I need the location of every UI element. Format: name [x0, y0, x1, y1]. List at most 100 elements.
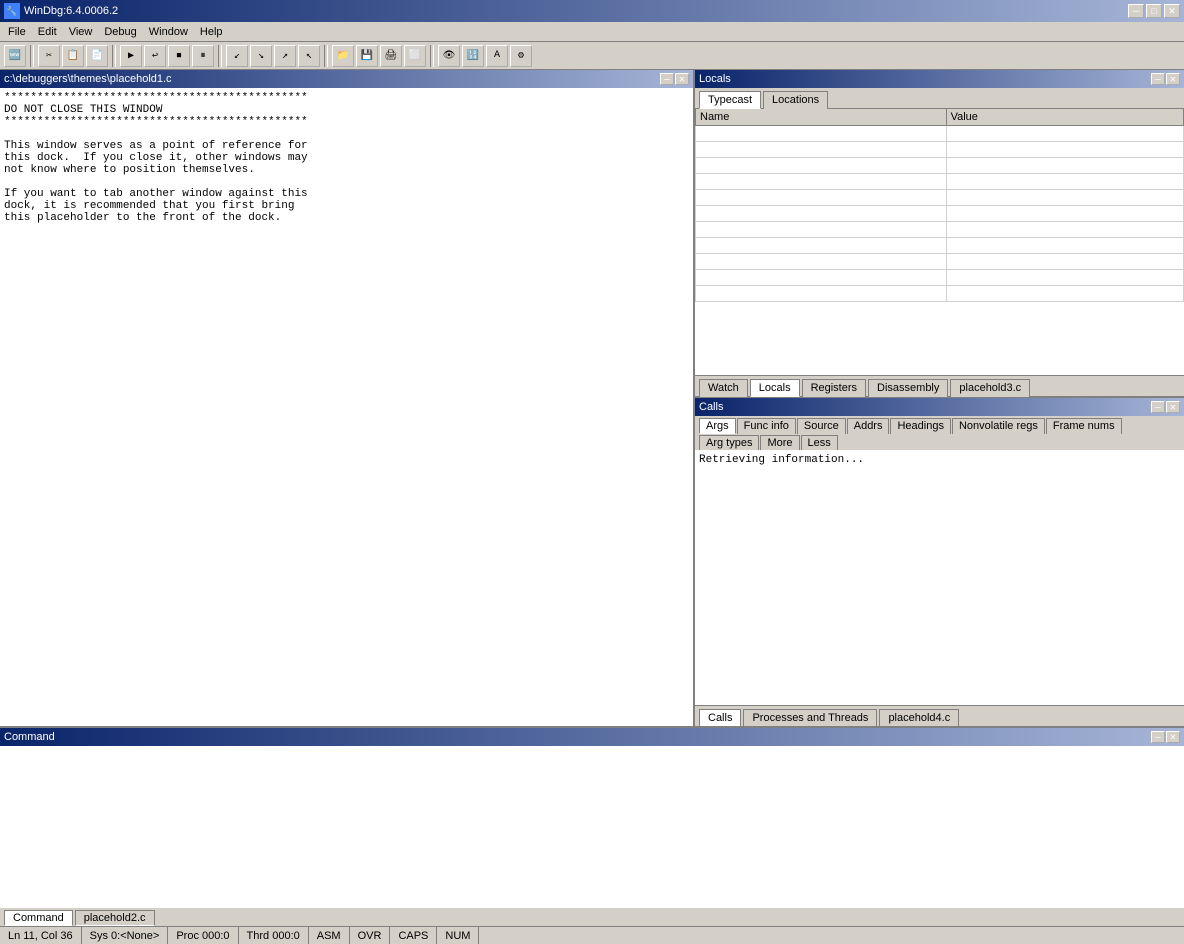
source-panel: c:\debuggers\themes\placehold1.c ─ ✕ ***… — [0, 70, 695, 726]
tool-runtocursor[interactable]: ↖ — [298, 45, 320, 67]
separator-4 — [324, 45, 328, 67]
table-row — [696, 126, 1184, 142]
tool-stepout[interactable]: ↗ — [274, 45, 296, 67]
locals-restore-btn[interactable]: ─ — [1151, 73, 1165, 85]
command-panel-titlebar: Command ─ ✕ — [0, 728, 1184, 746]
restore-button[interactable]: □ — [1146, 4, 1162, 18]
tab-nonvolatile[interactable]: Nonvolatile regs — [952, 418, 1045, 434]
minimize-button[interactable]: ─ — [1128, 4, 1144, 18]
tool-break[interactable]: ⏸ — [192, 45, 214, 67]
command-panel: Command ─ ✕ Command placehold2.c — [0, 726, 1184, 926]
command-content — [0, 746, 1184, 908]
command-panel-title: Command — [4, 731, 55, 743]
tab-placehold3[interactable]: placehold3.c — [950, 379, 1030, 397]
tab-addrs[interactable]: Addrs — [847, 418, 890, 434]
tab-locations[interactable]: Locations — [763, 91, 828, 109]
tab-funcinfo[interactable]: Func info — [737, 418, 796, 434]
calls-restore-btn[interactable]: ─ — [1151, 401, 1165, 413]
command-restore-btn[interactable]: ─ — [1151, 731, 1165, 743]
close-button[interactable]: ✕ — [1164, 4, 1180, 18]
tool-watch[interactable]: 👁 — [438, 45, 460, 67]
status-caps: CAPS — [390, 927, 437, 944]
locals-close-btn[interactable]: ✕ — [1166, 73, 1180, 85]
menu-debug[interactable]: Debug — [98, 24, 142, 40]
tab-framenums[interactable]: Frame nums — [1046, 418, 1122, 434]
locals-table-content: Name Value — [695, 108, 1184, 375]
tab-disassembly[interactable]: Disassembly — [868, 379, 948, 397]
calls-bottom-tabs: Calls Processes and Threads placehold4.c — [695, 705, 1184, 726]
tab-placehold4[interactable]: placehold4.c — [879, 709, 959, 726]
separator-1 — [30, 45, 34, 67]
tab-headings[interactable]: Headings — [890, 418, 950, 434]
tool-stepover[interactable]: ↘ — [250, 45, 272, 67]
menu-edit[interactable]: Edit — [32, 24, 63, 40]
tab-source[interactable]: Source — [797, 418, 846, 434]
right-panel: Locals ─ ✕ Typecast Locations — [695, 70, 1184, 726]
tab-args[interactable]: Args — [699, 418, 736, 434]
tool-locals[interactable]: 🔢 — [462, 45, 484, 67]
tool-go[interactable]: ▶ — [120, 45, 142, 67]
tool-find[interactable]: ⬜ — [404, 45, 426, 67]
calls-retrieving: Retrieving information... — [699, 454, 864, 466]
tab-typecast[interactable]: Typecast — [699, 91, 761, 109]
status-ovr: OVR — [350, 927, 391, 944]
tool-restart[interactable]: ↩ — [144, 45, 166, 67]
col-value: Value — [946, 109, 1183, 126]
calls-panel-titlebar: Calls ─ ✕ — [695, 398, 1184, 416]
tab-locals[interactable]: Locals — [750, 379, 800, 397]
command-bottom-tabs: Command placehold2.c — [0, 908, 1184, 926]
tab-watch[interactable]: Watch — [699, 379, 748, 397]
tool-print[interactable]: 🖨 — [380, 45, 402, 67]
tab-calls[interactable]: Calls — [699, 709, 741, 726]
source-restore-btn[interactable]: ─ — [660, 73, 674, 85]
calls-panel: Calls ─ ✕ Args Func info Source Addrs He… — [695, 398, 1184, 726]
table-row — [696, 158, 1184, 174]
source-close-btn[interactable]: ✕ — [675, 73, 689, 85]
tab-processes-threads[interactable]: Processes and Threads — [743, 709, 877, 726]
separator-3 — [218, 45, 222, 67]
tab-less[interactable]: Less — [801, 435, 838, 450]
title-bar: 🔧 WinDbg:6.4.0006.2 ─ □ ✕ — [0, 0, 1184, 22]
tool-save[interactable]: 💾 — [356, 45, 378, 67]
status-ln-col: Ln 11, Col 36 — [0, 927, 82, 944]
calls-panel-title: Calls — [699, 401, 723, 413]
tool-options[interactable]: ⚙ — [510, 45, 532, 67]
tool-stepin[interactable]: ↙ — [226, 45, 248, 67]
tool-copy[interactable]: 📋 — [62, 45, 84, 67]
menu-window[interactable]: Window — [143, 24, 194, 40]
tab-placehold2[interactable]: placehold2.c — [75, 910, 155, 926]
tab-argtypes[interactable]: Arg types — [699, 435, 759, 450]
table-row — [696, 270, 1184, 286]
source-panel-title: c:\debuggers\themes\placehold1.c — [4, 73, 172, 85]
menu-help[interactable]: Help — [194, 24, 229, 40]
tool-open-src[interactable]: 📁 — [332, 45, 354, 67]
col-name: Name — [696, 109, 947, 126]
tool-font[interactable]: A — [486, 45, 508, 67]
calls-close-btn[interactable]: ✕ — [1166, 401, 1180, 413]
table-row — [696, 142, 1184, 158]
calls-tab-bar: Args Func info Source Addrs Headings Non… — [695, 416, 1184, 450]
command-close-btn[interactable]: ✕ — [1166, 731, 1180, 743]
status-num: NUM — [437, 927, 479, 944]
table-row — [696, 206, 1184, 222]
tool-paste[interactable]: 📄 — [86, 45, 108, 67]
menu-view[interactable]: View — [63, 24, 99, 40]
locals-table: Name Value — [695, 108, 1184, 302]
tab-command[interactable]: Command — [4, 910, 73, 926]
menu-file[interactable]: File — [2, 24, 32, 40]
status-bar: Ln 11, Col 36 Sys 0:<None> Proc 000:0 Th… — [0, 926, 1184, 944]
tool-stop[interactable]: ⏹ — [168, 45, 190, 67]
source-content: ****************************************… — [0, 88, 693, 726]
tab-more[interactable]: More — [760, 435, 799, 450]
tool-cut[interactable]: ✂ — [38, 45, 60, 67]
menu-bar: File Edit View Debug Window Help — [0, 22, 1184, 42]
table-row — [696, 238, 1184, 254]
tab-registers[interactable]: Registers — [802, 379, 866, 397]
locals-panel-title: Locals — [699, 73, 731, 85]
locals-panel: Locals ─ ✕ Typecast Locations — [695, 70, 1184, 398]
toolbar: 🆕 ✂ 📋 📄 ▶ ↩ ⏹ ⏸ ↙ ↘ ↗ ↖ 📁 💾 🖨 ⬜ 👁 🔢 A ⚙ — [0, 42, 1184, 70]
table-row — [696, 286, 1184, 302]
table-row — [696, 174, 1184, 190]
tool-new[interactable]: 🆕 — [4, 45, 26, 67]
status-sys: Sys 0:<None> — [82, 927, 169, 944]
